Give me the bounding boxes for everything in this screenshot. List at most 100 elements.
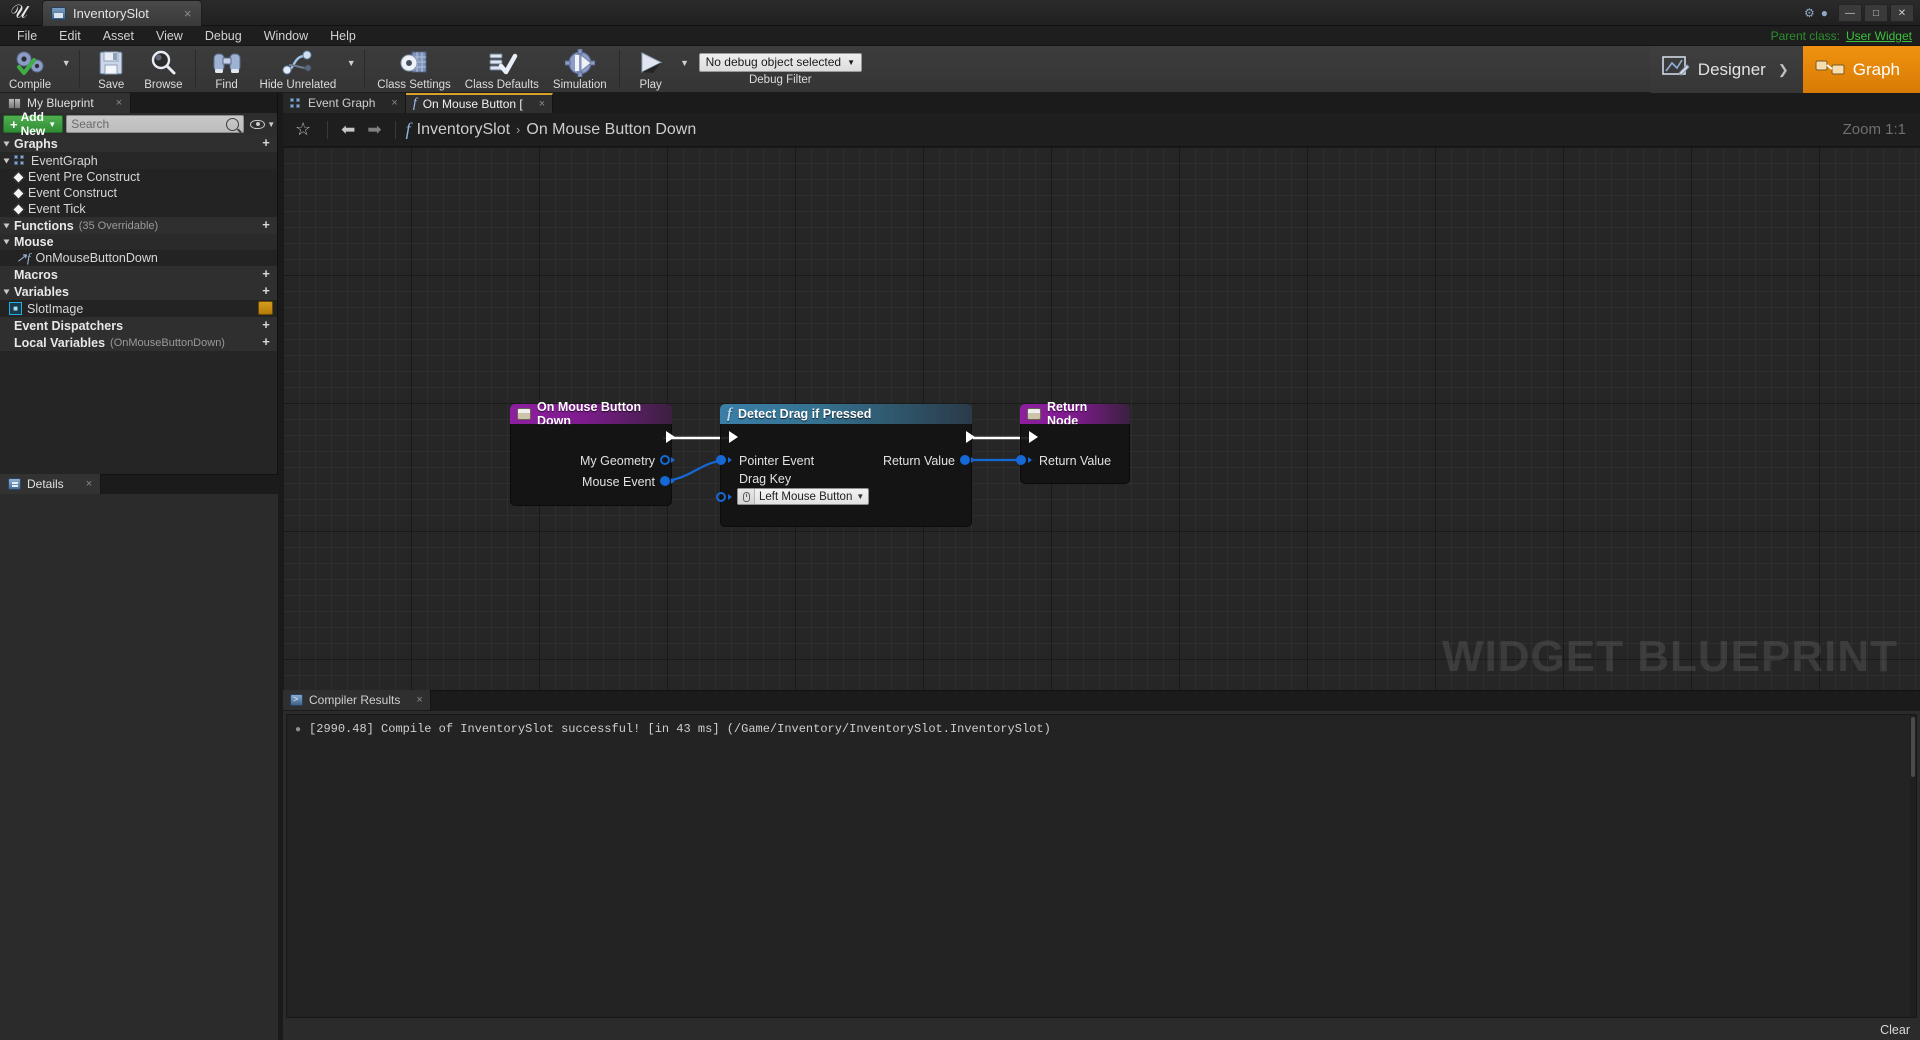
tab-on-mouse-button-down[interactable]: f On Mouse Button [ ×: [405, 93, 554, 113]
menu-item-debug[interactable]: Debug: [194, 26, 253, 46]
maximize-button[interactable]: □: [1864, 4, 1888, 22]
node-detect-drag-if-pressed[interactable]: f Detect Drag if Pressed Pointer Event R…: [716, 404, 975, 527]
close-icon[interactable]: ×: [184, 6, 192, 21]
pin-return-value[interactable]: Return Value: [1016, 450, 1129, 471]
tree-section-functions[interactable]: Functions (35 Overridable) +: [0, 217, 277, 234]
compile-button[interactable]: Compile: [2, 46, 58, 92]
menu-item-edit[interactable]: Edit: [48, 26, 92, 46]
add-variable-button[interactable]: +: [260, 284, 272, 297]
mode-graph-button[interactable]: Graph: [1802, 46, 1920, 93]
node-header[interactable]: Return Node: [1020, 400, 1130, 428]
navigate-back-icon[interactable]: ⬅: [338, 120, 358, 140]
data-pin-icon[interactable]: [660, 476, 670, 486]
data-pin-icon[interactable]: [660, 455, 670, 465]
data-pin-icon[interactable]: [716, 455, 726, 465]
play-dropdown-icon[interactable]: ▼: [677, 46, 693, 92]
tree-item-onmousebuttondown[interactable]: ↗f OnMouseButtonDown: [0, 250, 277, 266]
clear-log-button[interactable]: Clear: [1880, 1023, 1910, 1037]
compile-dropdown-icon[interactable]: ▼: [58, 46, 74, 92]
notification-icon[interactable]: ●: [1821, 6, 1828, 20]
close-icon[interactable]: ×: [416, 694, 422, 706]
search-input[interactable]: [71, 117, 227, 131]
add-new-button[interactable]: + Add New ▼: [3, 110, 64, 138]
class-settings-button[interactable]: Class Settings: [370, 46, 458, 92]
minimize-button[interactable]: —: [1838, 4, 1862, 22]
add-macro-button[interactable]: +: [260, 267, 272, 280]
pin-mouse-event[interactable]: Mouse Event: [511, 471, 675, 492]
bookmark-star-icon[interactable]: ☆: [289, 119, 317, 140]
tree-item-event-construct[interactable]: Event Construct: [0, 185, 277, 201]
tree-section-mouse[interactable]: Mouse: [0, 234, 277, 250]
hide-unrelated-button[interactable]: Hide Unrelated: [253, 46, 344, 92]
menu-item-window[interactable]: Window: [253, 26, 319, 46]
tree-section-event-dispatchers[interactable]: Event Dispatchers +: [0, 317, 277, 334]
browse-button[interactable]: Browse: [137, 46, 189, 92]
log-scrollbar[interactable]: [1910, 715, 1916, 1017]
debug-object-select[interactable]: No debug object selected ▼: [698, 52, 862, 72]
play-button[interactable]: Play: [625, 46, 677, 92]
window-tab-inventoryslot[interactable]: InventorySlot ×: [42, 0, 203, 26]
menu-item-help[interactable]: Help: [319, 26, 367, 46]
expander-icon[interactable]: [3, 239, 10, 245]
class-defaults-button[interactable]: Class Defaults: [458, 46, 546, 92]
tree-item-event-pre-construct[interactable]: Event Pre Construct: [0, 169, 277, 185]
close-icon[interactable]: ×: [86, 478, 92, 490]
tree-item-slotimage[interactable]: ■ SlotImage: [0, 300, 277, 317]
tree-section-graphs[interactable]: Graphs +: [0, 135, 277, 152]
tree-section-variables[interactable]: Variables +: [0, 283, 277, 300]
add-local-variable-button[interactable]: +: [260, 335, 272, 348]
pin-exec-out[interactable]: [511, 424, 675, 450]
close-icon[interactable]: ×: [116, 97, 122, 109]
source-control-icon[interactable]: ⚙: [1804, 6, 1815, 20]
simulation-button[interactable]: Simulation: [546, 46, 614, 92]
exec-pin-icon[interactable]: [1029, 431, 1038, 443]
hide-unrelated-dropdown-icon[interactable]: ▼: [343, 46, 359, 92]
tree-item-event-tick[interactable]: Event Tick: [0, 201, 277, 217]
pin-my-geometry[interactable]: My Geometry: [511, 450, 675, 471]
tab-event-graph[interactable]: Event Graph ×: [283, 93, 406, 113]
expander-icon[interactable]: [3, 289, 10, 294]
add-function-button[interactable]: +: [260, 218, 272, 231]
compiler-results-log[interactable]: ● [2990.48] Compile of InventorySlot suc…: [286, 714, 1917, 1018]
visibility-options-button[interactable]: ▼: [247, 119, 278, 129]
pin-exec-in[interactable]: [1021, 424, 1129, 450]
find-button[interactable]: Find: [201, 46, 253, 92]
tab-compiler-results[interactable]: Compiler Results ×: [283, 690, 431, 710]
menu-item-view[interactable]: View: [145, 26, 194, 46]
expander-icon[interactable]: [3, 141, 10, 146]
menu-item-file[interactable]: File: [6, 26, 48, 46]
menu-item-asset[interactable]: Asset: [92, 26, 145, 46]
data-pin-icon[interactable]: [1016, 455, 1026, 465]
save-button[interactable]: Save: [85, 46, 137, 92]
close-icon[interactable]: ×: [391, 97, 397, 109]
exec-pin-in-icon[interactable]: [729, 431, 738, 443]
add-graph-button[interactable]: +: [260, 136, 272, 149]
tree-section-macros[interactable]: Macros +: [0, 266, 277, 283]
parent-class-link[interactable]: User Widget: [1846, 29, 1912, 43]
data-pin-icon[interactable]: [960, 455, 970, 465]
tab-details[interactable]: Details ×: [0, 474, 102, 494]
navigate-forward-icon[interactable]: ➡: [364, 120, 384, 140]
expander-icon[interactable]: [3, 223, 10, 228]
add-event-dispatcher-button[interactable]: +: [260, 318, 272, 331]
node-on-mouse-button-down[interactable]: On Mouse Button Down My Geometry Mouse E…: [510, 400, 675, 506]
drag-key-select[interactable]: Left Mouse Button ▼: [737, 488, 870, 505]
node-header[interactable]: On Mouse Button Down: [510, 400, 672, 428]
exec-pin-out-icon[interactable]: [966, 431, 975, 443]
edit-variable-button[interactable]: [258, 301, 273, 315]
log-entry[interactable]: ● [2990.48] Compile of InventorySlot suc…: [295, 722, 1908, 736]
close-icon[interactable]: ×: [539, 98, 545, 110]
blueprint-graph-canvas[interactable]: On Mouse Button Down My Geometry Mouse E…: [283, 147, 1920, 690]
close-button[interactable]: ✕: [1890, 4, 1914, 22]
breadcrumb-root[interactable]: InventorySlot: [417, 121, 510, 139]
tree-section-local-variables[interactable]: Local Variables (OnMouseButtonDown) +: [0, 334, 277, 351]
tree-item-eventgraph[interactable]: EventGraph: [0, 152, 277, 169]
expander-icon[interactable]: [3, 158, 10, 163]
node-header[interactable]: f Detect Drag if Pressed: [720, 404, 972, 424]
my-blueprint-search[interactable]: [66, 115, 245, 133]
data-pin-icon[interactable]: [716, 492, 726, 502]
node-return[interactable]: Return Node Return Value: [1016, 400, 1130, 484]
scrollbar-thumb[interactable]: [1911, 717, 1915, 777]
mode-designer-button[interactable]: Designer: [1649, 46, 1803, 93]
exec-pin-icon[interactable]: [666, 431, 675, 443]
